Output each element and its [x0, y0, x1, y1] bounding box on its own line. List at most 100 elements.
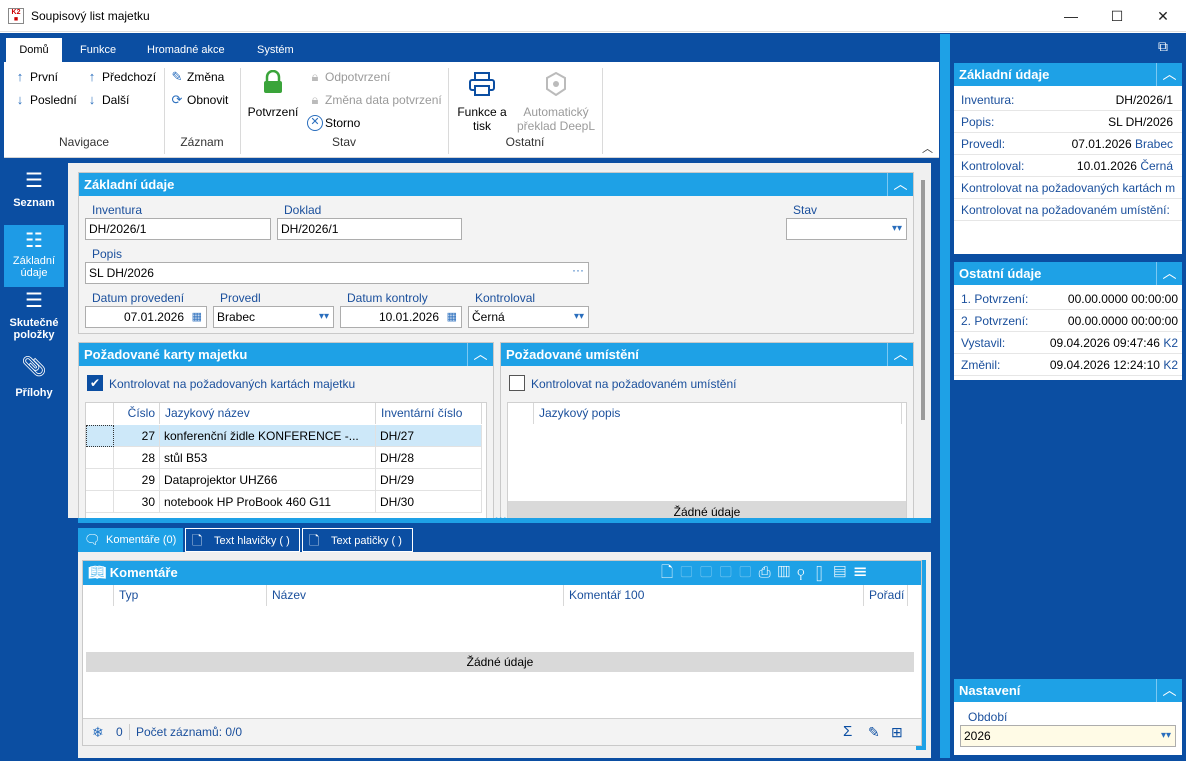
cancel-button[interactable]: ✕ Storno: [307, 115, 360, 131]
refresh-button[interactable]: ⟳ Obnovit: [169, 92, 229, 108]
add-record-icon[interactable]: ⊞: [891, 719, 903, 745]
datum-provedeni-field[interactable]: 07.01.2026 ▦: [85, 306, 207, 328]
dropdown-icon: ▾▾: [318, 311, 329, 322]
tab-text-hlavicky[interactable]: 🗋︎ Text hlavičky ( ): [185, 528, 300, 552]
calendar-icon[interactable]: ▦: [447, 307, 457, 327]
maximize-button[interactable]: ☐: [1094, 0, 1140, 32]
inventura-field[interactable]: DH/2026/1: [85, 218, 271, 240]
new-doc-icon[interactable]: 🗋︎: [661, 564, 680, 581]
info-row: Kontrolovat na požadovaném umístění:: [954, 199, 1182, 221]
doklad-field[interactable]: DH/2026/1: [277, 218, 462, 240]
stav-select[interactable]: ▾▾: [786, 218, 907, 240]
row-selector[interactable]: [86, 469, 114, 491]
section-title: Ostatní údaje ︿: [954, 262, 1182, 285]
close-button[interactable]: ✕: [1140, 0, 1186, 32]
collapse-icon[interactable]: ︿: [887, 173, 913, 196]
collapse-icon[interactable]: ︿: [887, 343, 913, 366]
tab-funkce[interactable]: Funkce: [70, 38, 126, 62]
collapse-icon[interactable]: ︿: [1156, 262, 1182, 285]
first-button[interactable]: ↑ První: [12, 69, 58, 84]
table-row[interactable]: 28 stůl B53 DH/28: [86, 447, 482, 469]
table-row[interactable]: 27 konferenční židle KONFERENCE -... DH/…: [86, 425, 482, 447]
collapse-ribbon-icon[interactable]: ︿: [922, 140, 933, 156]
provedl-select[interactable]: Brabec ▾▾: [213, 306, 334, 328]
minimize-button[interactable]: —: [1048, 0, 1094, 32]
collapse-icon[interactable]: ︿: [1156, 679, 1182, 702]
printer-icon: [469, 72, 495, 96]
section-title: Základní údaje ︿: [954, 63, 1182, 86]
datum-kontroly-field[interactable]: 10.01.2026 ▦: [340, 306, 462, 328]
kontroloval-select[interactable]: Černá ▾▾: [468, 306, 589, 328]
row-selector[interactable]: [86, 425, 114, 447]
right-basic-section: Základní údaje ︿ Inventura: DH/2026/1 Popi…: [954, 63, 1182, 254]
paperclip-icon: 📎︎: [21, 356, 47, 378]
dropdown-icon: ▾▾: [573, 311, 584, 322]
list-icon: ☰: [25, 170, 43, 192]
confirm-button[interactable]: Potvrzení: [246, 69, 300, 119]
nav-seznam[interactable]: ☰ Seznam: [4, 171, 64, 226]
col-typ[interactable]: Typ: [114, 585, 267, 606]
group-separator: [602, 68, 603, 154]
left-nav: ☰ Seznam ☷ Základní údaje ☰ Skutečné pol…: [4, 163, 64, 758]
obdobi-select[interactable]: 2026 ▾▾: [960, 725, 1176, 747]
row-selector[interactable]: [86, 447, 114, 469]
sum-icon[interactable]: Σ: [843, 719, 852, 745]
chart-icon[interactable]: ▥: [778, 564, 798, 581]
columns-icon[interactable]: ▯: [812, 564, 834, 581]
col-cislo[interactable]: Číslo: [114, 403, 160, 424]
col-nazev[interactable]: Název: [267, 585, 564, 606]
edit-button[interactable]: ✎ Změna: [169, 69, 225, 85]
comment-icon: 🗨︎: [84, 532, 101, 547]
ellipsis-icon[interactable]: ···: [572, 263, 584, 280]
table-row[interactable]: 30 notebook HP ProBook 460 G11 DH/30: [86, 491, 482, 513]
unconfirm-button[interactable]: 🔒︎ Odpotvrzení: [307, 69, 391, 85]
deepl-button[interactable]: Automatický překlad DeepL: [516, 71, 596, 133]
lock-icon: 🔒︎: [311, 69, 319, 84]
tab-text-paticky[interactable]: 🗋︎ Text patičky ( ): [302, 528, 413, 552]
tab-hromadne-akce[interactable]: Hromadné akce: [137, 38, 235, 62]
row-selector-header: [508, 403, 534, 424]
printer-icon[interactable]: ⎙: [759, 564, 778, 581]
nav-zakladni-udaje[interactable]: ☷ Základní údaje: [4, 225, 64, 287]
table-row[interactable]: 29 Dataprojektor UHZ66 DH/29: [86, 469, 482, 491]
group-stav: Stav: [331, 135, 356, 149]
popout-icon[interactable]: ⧉: [1158, 38, 1168, 55]
menu-icon[interactable]: ☰: [853, 564, 874, 581]
divider: [129, 724, 130, 740]
tab-system[interactable]: Systém: [247, 38, 304, 62]
nav-skutecne-polozky[interactable]: ☰ Skutečné položky: [4, 291, 64, 351]
filter-icon[interactable]: ⚲: [797, 564, 811, 581]
tab-komentare[interactable]: 🗨︎ Komentáře (0): [78, 528, 183, 552]
next-button[interactable]: ↓ Další: [84, 92, 130, 107]
col-jazykovy-nazev[interactable]: Jazykový název: [160, 403, 376, 424]
export-icon[interactable]: ▤: [834, 564, 854, 581]
cards-checkbox[interactable]: ✔: [87, 375, 103, 391]
dropdown-icon: ▾▾: [1160, 730, 1171, 741]
main-scrollbar[interactable]: [921, 180, 925, 420]
lock-icon: [264, 69, 282, 93]
info-row: Popis: SL DH/2026: [954, 111, 1182, 133]
col-komentar[interactable]: Komentář 100: [564, 585, 864, 606]
pencil-icon[interactable]: ✎: [868, 719, 880, 745]
prev-button[interactable]: ↑ Předchozí: [84, 69, 156, 84]
print-button[interactable]: Funkce a tisk: [452, 72, 512, 133]
popis-field[interactable]: SL DH/2026 ···: [85, 262, 589, 284]
window-title: Soupisový list majetku: [31, 9, 150, 23]
right-splitter[interactable]: [940, 34, 950, 758]
change-date-button[interactable]: 🔒︎ Změna data potvrzení: [307, 92, 442, 108]
locations-checkbox[interactable]: [509, 375, 525, 391]
col-poradi[interactable]: Pořadí: [864, 585, 908, 606]
refresh-icon: ⟳: [171, 92, 183, 107]
snowflake-icon[interactable]: ❄: [92, 719, 104, 745]
splitter-grip[interactable]: •••: [495, 514, 507, 524]
row-selector[interactable]: [86, 491, 114, 513]
last-button[interactable]: ↓ Poslední: [12, 92, 77, 107]
col-inventarni-cislo[interactable]: Inventární číslo: [376, 403, 482, 424]
collapse-icon[interactable]: ︿: [467, 343, 493, 366]
nav-prilohy[interactable]: 📎︎ Přílohy: [4, 357, 64, 407]
col-jazykovy-popis[interactable]: Jazykový popis: [534, 403, 902, 424]
calendar-icon[interactable]: ▦: [192, 307, 202, 327]
tab-domu[interactable]: Domů: [6, 38, 62, 62]
document-icon: 🗋︎: [192, 533, 203, 548]
collapse-icon[interactable]: ︿: [1156, 63, 1182, 86]
